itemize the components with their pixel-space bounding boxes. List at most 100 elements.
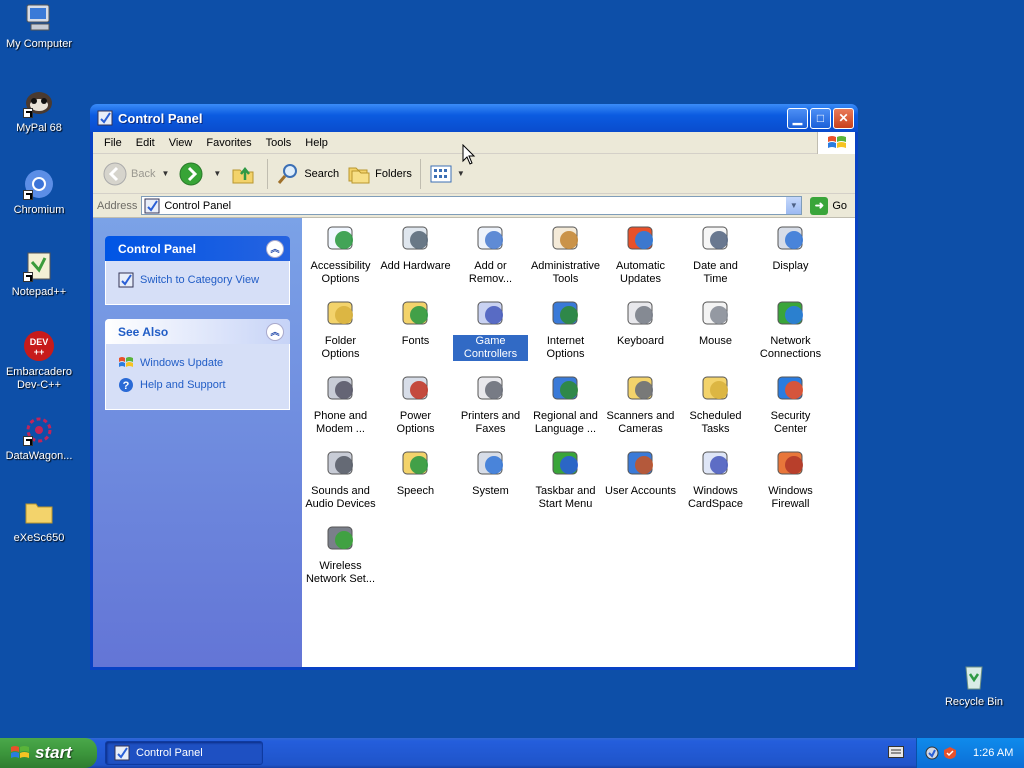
desktop-icon-notepadpp[interactable]: Notepad++ [0, 250, 78, 299]
cp-item-fonts[interactable]: Fonts [378, 297, 453, 348]
cp-item-game-controllers[interactable]: Game Controllers [453, 297, 528, 361]
menu-view[interactable]: View [162, 137, 200, 149]
cp-item-system[interactable]: System [453, 447, 528, 498]
views-dropdown-icon[interactable]: ▼ [457, 169, 465, 178]
cp-item-network-connections[interactable]: Network Connections [753, 297, 828, 361]
folders-button[interactable]: Folders [343, 158, 416, 190]
desktop-icon-recycle-bin[interactable]: Recycle Bin [935, 660, 1013, 709]
internet-options-icon [549, 297, 583, 331]
toolbar-separator [419, 158, 421, 189]
desktop-icon-datawagon[interactable]: DataWagon... [0, 414, 78, 463]
go-label: Go [832, 199, 847, 212]
cp-item-power-options[interactable]: Power Options [378, 372, 453, 436]
taskbar-item-control-panel[interactable]: Control Panel [105, 741, 263, 765]
menu-edit[interactable]: Edit [129, 137, 162, 149]
cp-item-label: Speech [396, 485, 435, 497]
accessibility-icon [324, 222, 358, 256]
collapse-chevron-icon[interactable]: ︽ [266, 322, 284, 341]
menu-file[interactable]: File [97, 137, 129, 149]
up-folder-button[interactable] [227, 158, 263, 190]
forward-dropdown-icon[interactable]: ▼ [213, 169, 221, 178]
window-title: Control Panel [118, 110, 203, 126]
taskbar-item-label: Control Panel [136, 747, 203, 759]
back-arrow-icon [103, 162, 127, 186]
desktop-icon-my-computer[interactable]: My Computer [0, 2, 78, 51]
cp-item-mouse[interactable]: Mouse [678, 297, 753, 348]
task-pane: Control Panel ︽ Switch to Category View … [93, 218, 302, 667]
speech-icon [399, 447, 433, 481]
devcpp-icon: DEV ++ [23, 330, 55, 362]
cp-item-keyboard[interactable]: Keyboard [603, 297, 678, 348]
search-button[interactable]: Search [272, 158, 343, 190]
see-also-section-header[interactable]: See Also ︽ [105, 319, 290, 344]
views-button[interactable] [425, 158, 461, 190]
collapse-chevron-icon[interactable]: ︽ [266, 239, 284, 258]
desktop-icon-devcpp[interactable]: DEV ++ Embarcadero Dev-C++ [0, 330, 78, 392]
svg-text:DEV: DEV [30, 337, 49, 347]
clock[interactable]: 1:26 AM [973, 747, 1013, 759]
back-button[interactable]: Back [99, 158, 159, 190]
cp-item-label: Display [772, 260, 809, 272]
cp-item-taskbar-start-menu[interactable]: Taskbar and Start Menu [528, 447, 603, 511]
menu-help[interactable]: Help [298, 137, 335, 149]
start-button[interactable]: start [0, 738, 97, 768]
cp-item-folder-options[interactable]: Folder Options [303, 297, 378, 361]
cp-item-label: User Accounts [605, 485, 676, 497]
windows-logo-icon [817, 132, 855, 154]
cp-item-add-remove-programs[interactable]: Add or Remov... [453, 222, 528, 286]
display-icon [774, 222, 808, 256]
control-panel-icon [144, 198, 160, 214]
cp-item-security-center[interactable]: Security Center [753, 372, 828, 436]
forward-button[interactable] [175, 158, 211, 190]
mouse-cursor-icon [462, 143, 476, 166]
windows-update-link[interactable]: Windows Update [118, 355, 279, 371]
keyboard-layout-icon[interactable] [888, 746, 904, 758]
cp-item-user-accounts[interactable]: User Accounts [603, 447, 678, 498]
views-icon [429, 162, 453, 186]
control-panel-section-header[interactable]: Control Panel ︽ [105, 236, 290, 261]
cp-item-speech[interactable]: Speech [378, 447, 453, 498]
cp-item-cardspace[interactable]: Windows CardSpace [678, 447, 753, 511]
cp-item-add-hardware[interactable]: Add Hardware [378, 222, 453, 273]
cp-item-firewall[interactable]: Windows Firewall [753, 447, 828, 511]
desktop-icon-exesc650[interactable]: eXeSc650 [0, 496, 78, 545]
address-dropdown-icon[interactable]: ▼ [785, 197, 802, 214]
go-arrow-icon: ➜ [810, 196, 829, 215]
phone-modem-icon [324, 372, 358, 406]
cp-item-scheduled-tasks[interactable]: Scheduled Tasks [678, 372, 753, 436]
cp-item-phone-modem[interactable]: Phone and Modem ... [303, 372, 378, 436]
close-button[interactable]: ✕ [833, 107, 854, 129]
maximize-button[interactable]: □ [810, 107, 831, 129]
cp-item-label: Taskbar and Start Menu [535, 485, 596, 510]
cp-item-printers-faxes[interactable]: Printers and Faxes [453, 372, 528, 436]
title-bar[interactable]: Control Panel ▁ □ ✕ [90, 104, 858, 132]
cp-item-scanners-cameras[interactable]: Scanners and Cameras [603, 372, 678, 436]
folders-icon [347, 162, 371, 186]
cp-item-accessibility[interactable]: Accessibility Options [303, 222, 378, 286]
cp-item-display[interactable]: Display [753, 222, 828, 273]
cp-item-date-time[interactable]: Date and Time [678, 222, 753, 286]
back-dropdown-icon[interactable]: ▼ [161, 169, 169, 178]
search-icon [276, 162, 300, 186]
cp-item-regional-language[interactable]: Regional and Language ... [528, 372, 603, 436]
cp-item-sounds-audio[interactable]: Sounds and Audio Devices [303, 447, 378, 511]
tray-security-icon[interactable] [943, 746, 957, 760]
cp-item-automatic-updates[interactable]: Automatic Updates [603, 222, 678, 286]
desktop-icon-chromium[interactable]: Chromium [0, 168, 78, 217]
windows-update-icon [118, 355, 134, 371]
address-input[interactable]: Control Panel ▼ [141, 196, 803, 215]
menu-tools[interactable]: Tools [259, 137, 299, 149]
date-time-icon [699, 222, 733, 256]
desktop-icon-mypal[interactable]: MyPal 68 [0, 86, 78, 135]
help-and-support-link[interactable]: ? Help and Support [118, 377, 279, 393]
tray-network-icon[interactable] [925, 746, 939, 760]
cp-item-label: Scheduled Tasks [689, 410, 742, 435]
cp-item-admin-tools[interactable]: Administrative Tools [528, 222, 603, 286]
menu-favorites[interactable]: Favorites [199, 137, 258, 149]
go-button[interactable]: ➜ Go [806, 196, 851, 215]
switch-category-view-link[interactable]: Switch to Category View [118, 272, 279, 288]
cp-item-wireless-network[interactable]: Wireless Network Set... [303, 522, 378, 586]
folders-label: Folders [375, 167, 412, 180]
minimize-button[interactable]: ▁ [787, 107, 808, 129]
cp-item-internet-options[interactable]: Internet Options [528, 297, 603, 361]
